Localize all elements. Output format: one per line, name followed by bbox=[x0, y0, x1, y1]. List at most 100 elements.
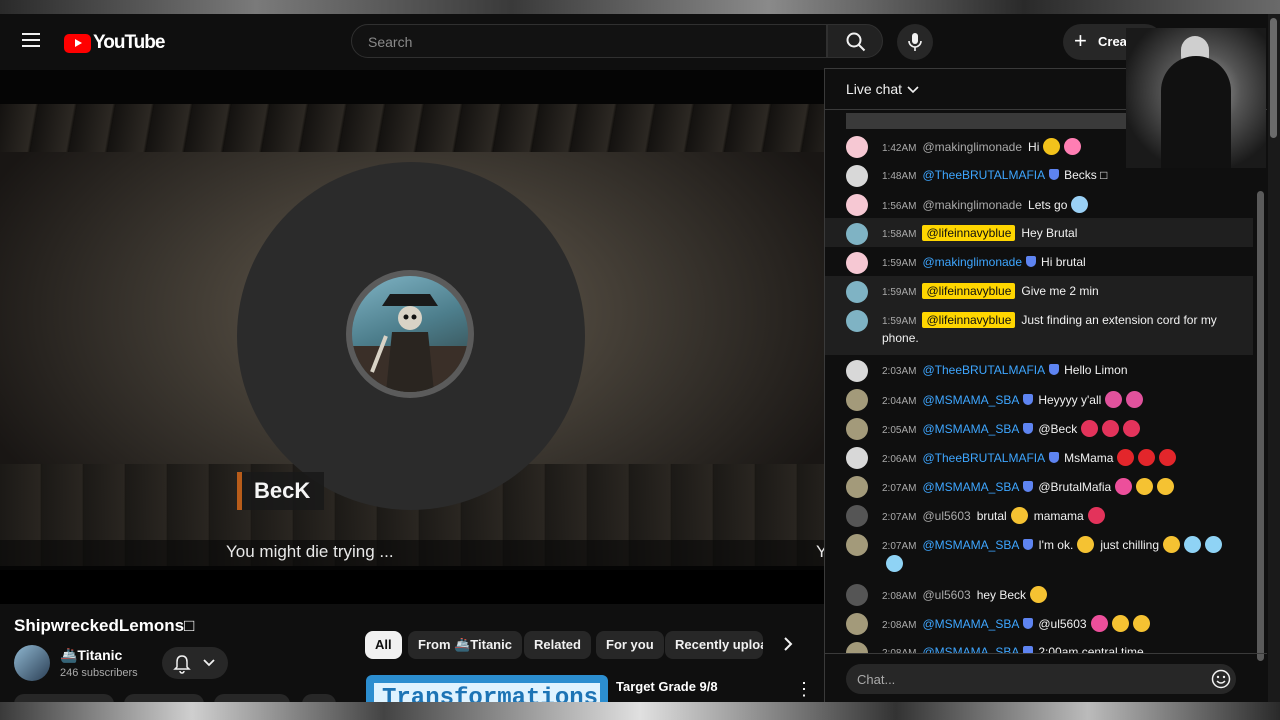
emoji-icon[interactable] bbox=[1211, 669, 1231, 689]
microphone-icon bbox=[908, 33, 922, 51]
chat-avatar[interactable] bbox=[846, 194, 868, 216]
youtube-logo[interactable]: YouTube bbox=[64, 32, 165, 54]
chat-message[interactable]: 1:59AM @makinglimonade Hi brutal bbox=[825, 247, 1253, 276]
channel-avatar[interactable] bbox=[14, 645, 50, 681]
search-input[interactable] bbox=[366, 33, 810, 51]
chat-author[interactable]: @lifeinnavyblue bbox=[922, 225, 1016, 241]
chat-message[interactable]: 1:56AM @makinglimonade Lets go bbox=[825, 189, 1253, 218]
chat-author[interactable]: @TheeBRUTALMAFIA bbox=[922, 363, 1045, 377]
chevron-right-icon[interactable] bbox=[778, 634, 798, 654]
emoji-icon bbox=[1111, 615, 1129, 632]
chat-text: @BrutalMafia bbox=[1038, 480, 1112, 494]
chat-avatar[interactable] bbox=[846, 310, 868, 332]
chip-from-channel[interactable]: From 🚢Titanic bbox=[408, 631, 522, 659]
channel-name[interactable]: 🚢Titanic bbox=[60, 647, 122, 664]
emoji-icon bbox=[886, 555, 903, 572]
chip-related[interactable]: Related bbox=[524, 631, 591, 659]
recommendation-thumbnail[interactable]: Transformations bbox=[366, 675, 608, 704]
chevron-down-icon[interactable] bbox=[907, 85, 919, 95]
chat-message[interactable]: 1:59AM @lifeinnavyblue Just finding an ext… bbox=[825, 305, 1253, 355]
chat-author[interactable]: @lifeinnavyblue bbox=[922, 283, 1016, 299]
moderator-badge-icon bbox=[1023, 539, 1034, 550]
chat-author[interactable]: @ul5603 bbox=[922, 509, 970, 523]
chat-message[interactable]: 2:08AM @MSMAMA_SBA @ul5603 bbox=[825, 608, 1253, 637]
chat-message[interactable]: 1:59AM @lifeinnavyblue Give me 2 min bbox=[825, 276, 1253, 305]
chat-avatar[interactable] bbox=[846, 136, 868, 158]
scene-ceiling bbox=[0, 104, 824, 152]
chat-timestamp: 2:03AM bbox=[882, 366, 917, 377]
chat-avatar[interactable] bbox=[846, 223, 868, 245]
chat-author[interactable]: @MSMAMA_SBA bbox=[922, 480, 1019, 494]
search-button[interactable] bbox=[827, 24, 883, 58]
chip-for-you[interactable]: For you bbox=[596, 631, 664, 659]
chat-message[interactable]: 2:06AM @TheeBRUTALMAFIA MsMama bbox=[825, 442, 1253, 471]
emoji-icon bbox=[1081, 420, 1099, 437]
chat-scrollbar[interactable] bbox=[1257, 191, 1264, 661]
notification-button[interactable] bbox=[162, 647, 228, 679]
chat-title[interactable]: Live chat bbox=[846, 81, 902, 97]
chip-recently-uploaded[interactable]: Recently uploa bbox=[665, 631, 763, 659]
chat-author[interactable]: @MSMAMA_SBA bbox=[922, 538, 1019, 552]
moderator-badge-icon bbox=[1049, 364, 1060, 375]
page-scrollbar[interactable] bbox=[1268, 14, 1280, 704]
chat-message[interactable]: 2:07AM @MSMAMA_SBA @BrutalMafia bbox=[825, 471, 1253, 500]
chat-avatar[interactable] bbox=[846, 584, 868, 606]
chat-avatar[interactable] bbox=[846, 447, 868, 469]
chat-message[interactable]: 2:04AM @MSMAMA_SBA Heyyyy y'all bbox=[825, 384, 1253, 413]
youtube-window: YouTube + Creat bbox=[0, 14, 1272, 704]
menu-icon[interactable] bbox=[22, 33, 40, 47]
chat-avatar[interactable] bbox=[846, 418, 868, 440]
chat-author[interactable]: @TheeBRUTALMAFIA bbox=[922, 451, 1045, 465]
chat-avatar[interactable] bbox=[846, 360, 868, 382]
video-title: ShipwreckedLemons□ bbox=[14, 616, 195, 635]
chat-message-list[interactable]: 1:42AM @makinglimonade Hi 1:48AM @TheeBRUTAL… bbox=[825, 131, 1255, 653]
emoji-icon bbox=[1184, 536, 1202, 553]
speaker-avatar bbox=[346, 270, 474, 398]
chat-avatar[interactable] bbox=[846, 281, 868, 303]
chat-author[interactable]: @MSMAMA_SBA bbox=[922, 422, 1019, 436]
chat-author[interactable]: @MSMAMA_SBA bbox=[922, 617, 1019, 631]
chat-message[interactable]: 2:08AM @ul5603 hey Beck bbox=[825, 579, 1253, 608]
search-box bbox=[351, 24, 827, 58]
chat-avatar[interactable] bbox=[846, 476, 868, 498]
chat-avatar[interactable] bbox=[846, 642, 868, 653]
emoji-icon bbox=[1157, 478, 1175, 495]
chat-timestamp: 2:04AM bbox=[882, 396, 917, 407]
recommendation-title[interactable]: Target Grade 9/8 bbox=[616, 679, 718, 694]
moderator-badge-icon bbox=[1049, 169, 1060, 180]
chat-author[interactable]: @makinglimonade bbox=[922, 140, 1022, 154]
chat-author[interactable]: @makinglimonade bbox=[922, 255, 1022, 269]
chat-message[interactable]: 2:05AM @MSMAMA_SBA @Beck bbox=[825, 413, 1253, 442]
chat-author[interactable]: @lifeinnavyblue bbox=[922, 312, 1016, 328]
chat-author[interactable]: @MSMAMA_SBA bbox=[922, 393, 1019, 407]
chat-message[interactable]: 2:08AM@MSMAMA_SBA2:00am central time bbox=[825, 637, 1253, 653]
chat-input[interactable] bbox=[846, 664, 1236, 694]
chat-avatar[interactable] bbox=[846, 613, 868, 635]
chat-text: @Beck bbox=[1038, 422, 1078, 436]
chat-avatar[interactable] bbox=[846, 165, 868, 187]
chat-avatar[interactable] bbox=[846, 252, 868, 274]
moderator-badge-icon bbox=[1026, 256, 1037, 267]
chat-text: Give me 2 min bbox=[1021, 284, 1099, 298]
emoji-icon bbox=[1136, 478, 1154, 495]
chat-avatar[interactable] bbox=[846, 505, 868, 527]
chat-timestamp: 1:59AM bbox=[882, 316, 917, 327]
chat-message[interactable]: 1:58AM @lifeinnavyblue Hey Brutal bbox=[825, 218, 1253, 247]
chat-message[interactable]: 2:07AM @ul5603 brutal mamama bbox=[825, 500, 1253, 529]
chat-author[interactable]: @ul5603 bbox=[922, 588, 970, 602]
chat-message[interactable]: 2:07AM @MSMAMA_SBA I'm ok. just chilling bbox=[825, 529, 1253, 579]
more-vert-icon[interactable]: ⋮ bbox=[795, 679, 813, 700]
video-player[interactable]: BecK You might die trying ... Y bbox=[0, 104, 824, 604]
chat-avatar[interactable] bbox=[846, 389, 868, 411]
page-scroll-thumb[interactable] bbox=[1270, 18, 1277, 138]
chat-avatar[interactable] bbox=[846, 534, 868, 556]
chat-author[interactable]: @makinglimonade bbox=[922, 198, 1022, 212]
chat-author[interactable]: @TheeBRUTALMAFIA bbox=[922, 168, 1045, 182]
capture-frame-top bbox=[0, 0, 1280, 14]
chat-message[interactable]: 2:03AM @TheeBRUTALMAFIA Hello Limon bbox=[825, 355, 1253, 384]
chat-author[interactable]: @MSMAMA_SBA bbox=[922, 645, 1019, 653]
chip-all[interactable]: All bbox=[365, 631, 402, 659]
chat-text: hey Beck bbox=[976, 588, 1027, 602]
webcam-overlay bbox=[1126, 28, 1266, 168]
voice-search-button[interactable] bbox=[897, 24, 933, 60]
